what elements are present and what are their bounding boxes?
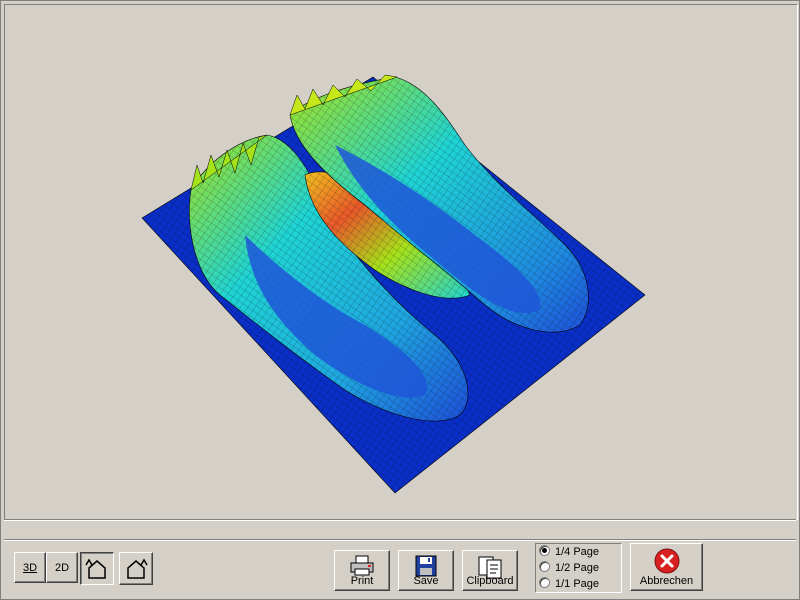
page-size-group: 1/4 Page 1/2 Page 1/1 Page bbox=[535, 543, 622, 593]
view-2d-label: 2D bbox=[54, 562, 70, 574]
clipboard-label: Clipboard bbox=[466, 575, 514, 587]
separator bbox=[4, 519, 796, 521]
cancel-button[interactable]: Abbrechen bbox=[630, 543, 703, 591]
rotate-left-icon bbox=[85, 558, 106, 579]
floppy-disk-icon bbox=[415, 555, 437, 577]
print-button[interactable]: Print bbox=[334, 550, 390, 591]
radio-label: 1/2 Page bbox=[555, 562, 600, 574]
rotate-right-button[interactable] bbox=[119, 552, 153, 585]
view-3d-button[interactable]: 3D bbox=[14, 552, 46, 583]
radio-label: 1/1 Page bbox=[555, 578, 600, 590]
view-2d-button[interactable]: 2D bbox=[46, 552, 78, 583]
save-label: Save bbox=[413, 575, 439, 587]
close-icon bbox=[654, 548, 679, 574]
save-button[interactable]: Save bbox=[398, 550, 454, 591]
print-label: Print bbox=[350, 575, 374, 587]
radio-quarter-page[interactable]: 1/4 Page bbox=[539, 545, 599, 559]
view-3d-label: 3D bbox=[22, 562, 38, 574]
clipboard-button[interactable]: Clipboard bbox=[462, 550, 518, 591]
printer-icon bbox=[350, 555, 374, 576]
radio-half-page[interactable]: 1/2 Page bbox=[539, 561, 599, 575]
rotate-left-button[interactable] bbox=[80, 552, 114, 585]
radio-full-page[interactable]: 1/1 Page bbox=[539, 577, 599, 591]
cancel-label: Abbrechen bbox=[639, 575, 694, 587]
foot-pressure-surface bbox=[141, 74, 646, 494]
rotate-right-icon bbox=[127, 558, 148, 579]
radio-label: 1/4 Page bbox=[555, 546, 600, 558]
app-window: 3D 2D Print Save Clipboard 1/4 Page 1/2 … bbox=[0, 0, 800, 600]
radio-button[interactable] bbox=[539, 561, 550, 572]
plot-3d-viewport[interactable] bbox=[4, 4, 798, 520]
radio-button[interactable] bbox=[539, 577, 550, 588]
radio-button[interactable] bbox=[539, 545, 550, 556]
separator bbox=[4, 539, 796, 541]
